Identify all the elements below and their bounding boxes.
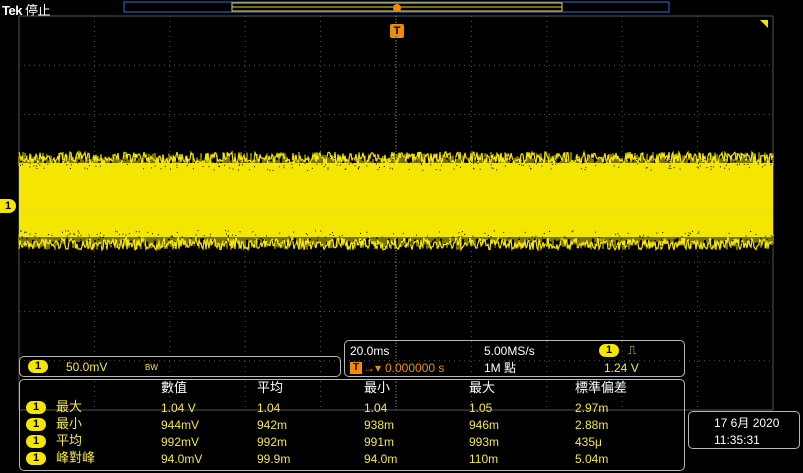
row-channel-badge: 1: [26, 435, 46, 448]
measurement-row-max[interactable]: 1 最大 1.04 V 1.04 1.04 1.05 2.97m: [20, 399, 680, 416]
row-label: 最大: [56, 399, 83, 414]
row-label: 峰對峰: [56, 450, 96, 465]
arrow-icon: →▾: [363, 361, 382, 375]
channel-1-scale-box[interactable]: 1 50.0mV BW: [19, 356, 341, 377]
cell-value: 944mV: [161, 418, 200, 432]
measurement-row-mean[interactable]: 1 平均 992mV 992m 991m 993m 435μ: [20, 433, 680, 450]
cell-value: 992mV: [161, 435, 200, 449]
trigger-source-badge: 1: [599, 344, 619, 357]
cell-std-dev: 435μ: [575, 435, 602, 449]
cell-max: 1.05: [469, 401, 493, 415]
cell-mean: 942m: [257, 418, 288, 432]
row-channel-badge: 1: [26, 401, 46, 414]
measurement-row-min[interactable]: 1 最小 944mV 942m 938m 946m 2.88m: [20, 416, 680, 433]
horizontal-scale: 20.0ms: [350, 344, 390, 358]
cell-max: 993m: [469, 435, 500, 449]
column-header-value: 數值: [161, 380, 188, 395]
cell-min: 991m: [364, 435, 395, 449]
column-header-max: 最大: [469, 380, 496, 395]
cell-value: 1.04 V: [161, 401, 196, 415]
row-label: 平均: [56, 433, 83, 448]
cell-std-dev: 2.88m: [575, 418, 609, 432]
row-channel-badge: 1: [26, 418, 46, 431]
row-channel-badge: 1: [26, 452, 46, 465]
record-length: 1M 點: [484, 361, 517, 375]
timebase-box[interactable]: 20.0ms 5.00MS/s 1 ⎍ T →▾ 0.000000 s 1M 點…: [344, 340, 685, 377]
trigger-position-icon: T: [350, 362, 362, 374]
datetime-box[interactable]: 17 6月 2020 11:35:31: [688, 411, 800, 449]
cell-std-dev: 2.97m: [575, 401, 609, 415]
trigger-slope-icon: ⎍: [628, 343, 637, 357]
measurements-panel[interactable]: 數值 平均 最小 最大 標準偏差 1 最大 1.04 V 1.04 1.04 1…: [19, 379, 685, 471]
cell-min: 94.0m: [364, 452, 398, 466]
date-display: 17 6月 2020: [714, 416, 780, 430]
bandwidth-limit-indicator: BW: [145, 363, 158, 372]
cell-mean: 1.04: [257, 401, 281, 415]
channel-1-scale: 50.0mV: [66, 360, 108, 374]
column-header-mean: 平均: [257, 380, 284, 395]
cell-min: 1.04: [364, 401, 388, 415]
horizontal-position: 0.000000 s: [385, 361, 445, 375]
sample-rate: 5.00MS/s: [484, 344, 535, 358]
time-display: 11:35:31: [714, 433, 760, 447]
cell-mean: 99.9m: [257, 452, 291, 466]
cell-min: 938m: [364, 418, 395, 432]
cell-mean: 992m: [257, 435, 288, 449]
channel-1-badge: 1: [28, 360, 48, 373]
cell-max: 110m: [469, 452, 499, 466]
cell-max: 946m: [469, 418, 500, 432]
column-header-std-dev: 標準偏差: [575, 380, 628, 395]
column-header-min: 最小: [364, 380, 391, 395]
trigger-level: 1.24 V: [604, 361, 639, 375]
trigger-level-marker: [760, 20, 768, 28]
cell-std-dev: 5.04m: [575, 452, 609, 466]
channel-1-waveform: [18, 150, 774, 252]
measurement-row-peak-to-peak[interactable]: 1 峰對峰 94.0mV 99.9m 94.0m 110m 5.04m: [20, 450, 680, 467]
row-label: 最小: [56, 416, 83, 431]
channel-1-ground-marker[interactable]: 1: [0, 199, 16, 213]
cell-value: 94.0mV: [161, 452, 203, 466]
